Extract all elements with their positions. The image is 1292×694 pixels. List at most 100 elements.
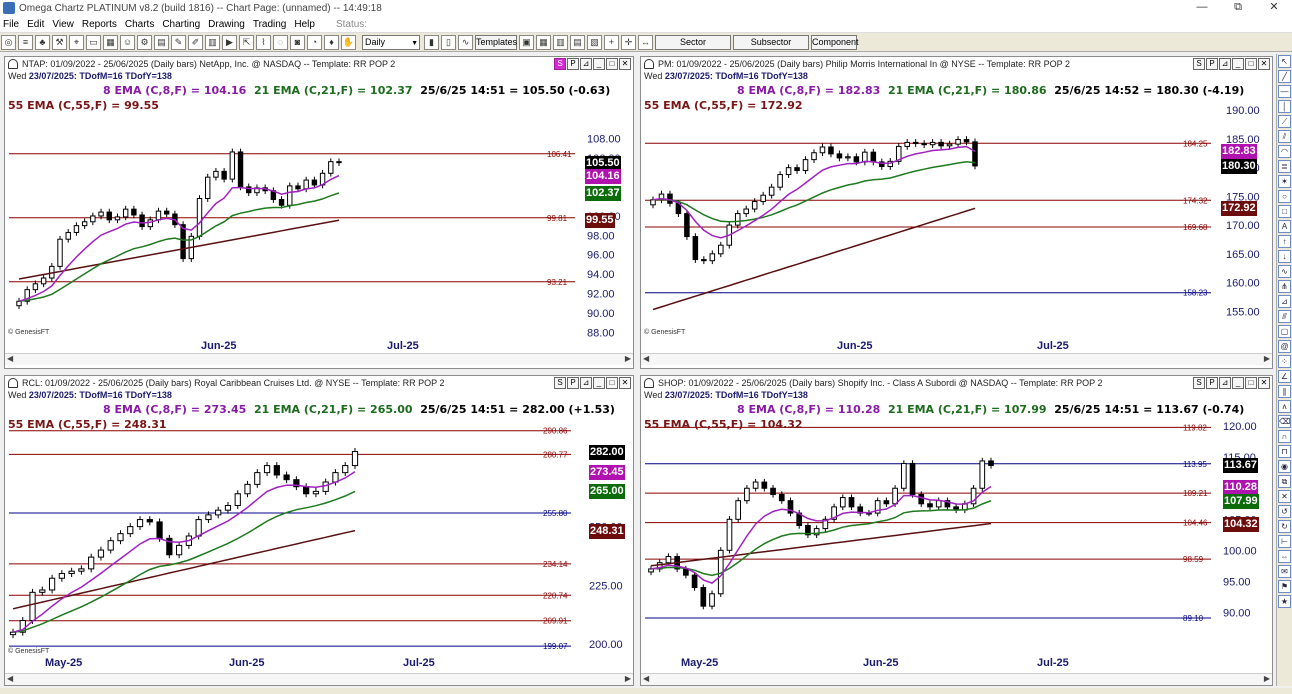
pane-maximize-button[interactable]: □ <box>606 377 618 389</box>
p-button[interactable]: P <box>567 377 579 389</box>
globe-icon[interactable]: ◎ <box>1 34 16 50</box>
chart-pane-pm[interactable]: 184.25174.32169.68158.23190.00185.00180.… <box>640 56 1273 369</box>
subsector-button[interactable]: Subsector <box>733 34 809 50</box>
pane-minimize-button[interactable]: _ <box>1232 377 1244 389</box>
candle-chart-icon[interactable]: ▯ <box>441 34 456 50</box>
crosshair-icon[interactable]: ✛ <box>621 34 636 50</box>
horizontal-scrollbar[interactable]: ◀ ▶ <box>5 673 633 685</box>
pane-close-button[interactable]: ✕ <box>1258 58 1270 70</box>
person-icon[interactable]: ☺ <box>120 34 135 50</box>
pane-minimize-button[interactable]: _ <box>593 58 605 70</box>
scroll-left-icon[interactable]: ◀ <box>7 674 13 683</box>
scroll-right-icon[interactable]: ▶ <box>1264 354 1270 363</box>
tree-icon[interactable]: ♣ <box>35 34 50 50</box>
arrow-down-icon[interactable]: ↓ <box>1278 250 1291 263</box>
arrow-icon[interactable]: ↔ <box>638 34 653 50</box>
layout-4-icon[interactable]: ▤ <box>570 34 585 50</box>
copy-icon[interactable]: ⧉ <box>1278 475 1291 488</box>
ruler-icon[interactable]: ⊢ <box>1278 535 1291 548</box>
scroll-left-icon[interactable]: ◀ <box>643 354 649 363</box>
scan-icon[interactable]: ⌖ <box>69 34 84 50</box>
draw-button[interactable]: ⊿ <box>1219 377 1231 389</box>
s-button[interactable]: S <box>554 377 566 389</box>
chart-icon[interactable]: ▦ <box>103 34 118 50</box>
andrews-icon[interactable]: ⋔ <box>1278 280 1291 293</box>
pane-maximize-button[interactable]: □ <box>1245 58 1257 70</box>
menu-charting[interactable]: Charting <box>159 19 203 30</box>
rect-icon[interactable]: □ <box>1278 205 1291 218</box>
measure-icon[interactable]: ⇔ <box>1278 550 1291 563</box>
bell-icon[interactable]: ◔ <box>307 34 322 50</box>
p-button[interactable]: P <box>1206 377 1218 389</box>
folder-icon[interactable]: ▭ <box>86 34 101 50</box>
hand-icon[interactable]: ✋ <box>341 34 356 50</box>
layout-2-icon[interactable]: ▦ <box>536 34 551 50</box>
period-select[interactable]: Daily ▼ <box>362 34 420 50</box>
s-button[interactable]: S <box>1193 377 1205 389</box>
chart-pane-rcl[interactable]: 290.86 280.77 255.80 234.14 220.74 209.91 199.… <box>4 375 634 686</box>
pin-icon[interactable]: ♦ <box>324 34 339 50</box>
layout-3-icon[interactable]: ▥ <box>553 34 568 50</box>
angle-icon[interactable]: ∠ <box>1278 370 1291 383</box>
horizontal-scrollbar[interactable]: ◀ ▶ <box>5 353 633 365</box>
pane-maximize-button[interactable]: □ <box>1245 377 1257 389</box>
minimize-button[interactable]: — <box>1184 0 1220 16</box>
spiral-icon[interactable]: @ <box>1278 340 1291 353</box>
hline-icon[interactable]: — <box>1278 85 1291 98</box>
zoom-in-icon[interactable]: + <box>604 34 619 50</box>
cursor-icon[interactable]: ↖ <box>1278 55 1291 68</box>
tools-icon[interactable]: ⚒ <box>52 34 67 50</box>
undo-icon[interactable]: ↺ <box>1278 505 1291 518</box>
chart-pane-ntap[interactable]: 106.4199.8193.21108.00106.00104.00102.00… <box>4 56 634 369</box>
menu-drawing[interactable]: Drawing <box>205 19 248 30</box>
bar-chart-icon[interactable]: ▮ <box>424 34 439 50</box>
export-icon[interactable]: ⇱ <box>239 34 254 50</box>
scroll-right-icon[interactable]: ▶ <box>625 674 631 683</box>
trendline-icon[interactable]: ╱ <box>1278 70 1291 83</box>
parallel-icon[interactable]: ∥ <box>1278 385 1291 398</box>
eraser-icon[interactable]: ⌫ <box>1278 415 1291 428</box>
scroll-right-icon[interactable]: ▶ <box>1264 674 1270 683</box>
arrow-up-icon[interactable]: ↑ <box>1278 235 1291 248</box>
sector-button[interactable]: Sector <box>655 34 731 50</box>
draw-button[interactable]: ⊿ <box>580 377 592 389</box>
table-icon[interactable]: ▥ <box>205 34 220 50</box>
horizontal-scrollbar[interactable]: ◀ ▶ <box>641 353 1272 365</box>
layout-1-icon[interactable]: ▣ <box>519 34 534 50</box>
text-icon[interactable]: A <box>1278 220 1291 233</box>
delete-icon[interactable]: ✕ <box>1278 490 1291 503</box>
watchlist-icon[interactable]: ≡ <box>18 34 33 50</box>
dots-icon[interactable]: ⁘ <box>1278 355 1291 368</box>
channel-icon[interactable]: ⫽ <box>1278 130 1291 143</box>
fib-icon[interactable]: ≣ <box>1278 160 1291 173</box>
note-icon[interactable]: ✉ <box>1278 565 1291 578</box>
restore-button[interactable]: ⧉ <box>1220 0 1256 16</box>
draw-button[interactable]: ⊿ <box>1219 58 1231 70</box>
gear-icon[interactable]: ⚙ <box>137 34 152 50</box>
regression-icon[interactable]: ⫻ <box>1278 310 1291 323</box>
magnet-icon[interactable]: ∩ <box>1278 430 1291 443</box>
templates-button[interactable]: Templates <box>475 34 517 50</box>
pen-icon[interactable]: ✐ <box>188 34 203 50</box>
menu-file[interactable]: File <box>0 19 22 30</box>
pane-close-button[interactable]: ✕ <box>619 58 631 70</box>
scroll-left-icon[interactable]: ◀ <box>643 674 649 683</box>
star-icon[interactable]: ★ <box>1278 595 1291 608</box>
s-button[interactable]: S <box>1193 58 1205 70</box>
gann-icon[interactable]: ✶ <box>1278 175 1291 188</box>
pane-minimize-button[interactable]: _ <box>593 377 605 389</box>
pane-close-button[interactable]: ✕ <box>619 377 631 389</box>
redo-icon[interactable]: ↻ <box>1278 520 1291 533</box>
menu-edit[interactable]: Edit <box>24 19 47 30</box>
component-button[interactable]: Component <box>811 34 859 50</box>
ray-icon[interactable]: ⟋ <box>1278 115 1291 128</box>
brush-icon[interactable]: ⌇ <box>256 34 271 50</box>
circle-icon[interactable]: ○ <box>1278 190 1291 203</box>
play-icon[interactable]: ▶ <box>222 34 237 50</box>
p-button[interactable]: P <box>1206 58 1218 70</box>
p-button[interactable]: P <box>567 58 579 70</box>
speed-icon[interactable]: ⊿ <box>1278 295 1291 308</box>
vline-icon[interactable]: │ <box>1278 100 1291 113</box>
lock-icon[interactable]: ⊓ <box>1278 445 1291 458</box>
menu-charts[interactable]: Charts <box>122 19 157 30</box>
